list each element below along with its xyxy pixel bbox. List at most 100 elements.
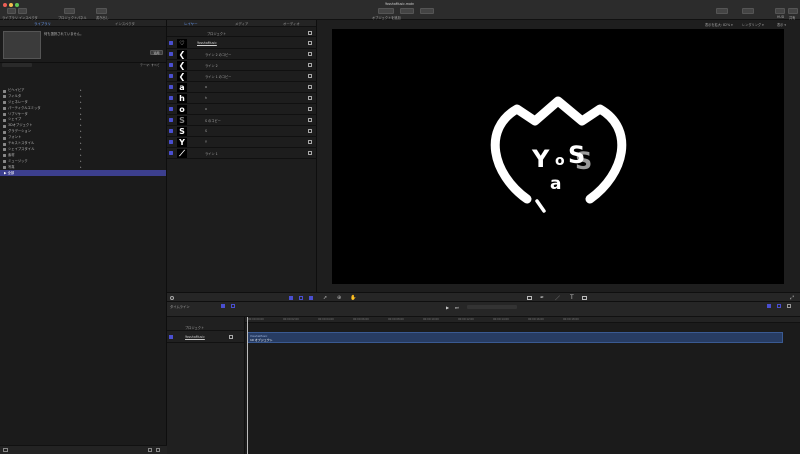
timeline-option-icon[interactable] [221, 304, 225, 308]
ruler-tick: 00:00:14:00 [493, 318, 509, 321]
playhead[interactable] [247, 317, 248, 454]
folder-icon[interactable] [3, 448, 8, 452]
timeline-row-project[interactable]: プロジェクト [167, 324, 245, 331]
visibility-checkbox[interactable] [308, 52, 312, 56]
tab-inspector[interactable]: インスペクタ [115, 21, 135, 26]
add-object-button[interactable] [378, 8, 394, 14]
mask-tool-icon[interactable] [582, 296, 587, 300]
timeline-ruler[interactable]: 00:00:00:00 00:00:02:00 00:00:04:00 00:0… [245, 317, 800, 323]
share-button[interactable] [788, 8, 798, 14]
layer-enable-checkbox[interactable] [169, 335, 173, 339]
layer-row[interactable]: ❮ ライン 2 [167, 60, 317, 71]
layer-enable-checkbox[interactable] [169, 151, 173, 155]
view-dropdown[interactable]: 表示 ▾ [777, 22, 786, 27]
layer-row[interactable]: S S [167, 126, 317, 137]
tab-media[interactable]: メディア [235, 21, 248, 26]
paint-tool-icon[interactable]: ／ [555, 295, 560, 302]
layer-enable-checkbox[interactable] [169, 96, 173, 100]
visibility-checkbox[interactable] [308, 41, 312, 45]
layer-thumbnail: o [177, 104, 187, 114]
text-tool-icon[interactable]: T [570, 294, 574, 301]
layer-enable-checkbox[interactable] [169, 140, 173, 144]
layer-row[interactable]: ❮ ライン 2 のコピー [167, 49, 317, 60]
project-panel-button[interactable] [64, 8, 75, 14]
tab-audio[interactable]: オーディオ [283, 21, 300, 26]
select-tool-icon[interactable]: ➚ [323, 295, 327, 301]
visibility-checkbox[interactable] [308, 74, 312, 78]
tool-button[interactable] [400, 8, 414, 14]
visibility-checkbox[interactable] [308, 151, 312, 155]
layer-enable-checkbox[interactable] [169, 107, 173, 111]
zoom-window-button[interactable] [15, 3, 19, 7]
visibility-checkbox[interactable] [308, 129, 312, 133]
library-button[interactable] [7, 8, 16, 14]
timeline-row-group[interactable]: YosshaMusic [167, 332, 245, 343]
layer-row[interactable]: h h [167, 93, 317, 104]
export-button[interactable] [96, 8, 107, 14]
layer-thumbnail: ❮ [177, 60, 187, 70]
layer-enable-checkbox[interactable] [169, 52, 173, 56]
layer-row[interactable]: a a [167, 82, 317, 93]
tab-library[interactable]: ライブラリ [34, 21, 51, 26]
layer-row[interactable]: S S のコピー [167, 115, 317, 126]
grid-view-icon[interactable] [148, 448, 152, 452]
search-icon[interactable] [170, 296, 174, 300]
canvas[interactable]: Y o S S a [332, 29, 784, 284]
library-panel: ライブラリ インスペクタ 何も選択されていません。 適用 テーマ: すべて ビヘ… [0, 20, 167, 454]
minimize-window-button[interactable] [9, 3, 13, 7]
render-dropdown[interactable]: レンダリング ▾ [742, 22, 764, 27]
close-window-button[interactable] [3, 3, 7, 7]
fullscreen-icon[interactable]: ⤢ [790, 295, 794, 301]
layer-row[interactable]: ⟋ ライン 1 [167, 148, 317, 159]
go-to-end-button[interactable]: ⏭ [455, 305, 459, 310]
clip-sub-label: 10 オブジェクト [250, 338, 273, 342]
visibility-checkbox[interactable] [308, 31, 312, 35]
tab-timeline[interactable]: タイムライン [170, 304, 190, 309]
audio-scrub-icon[interactable] [777, 304, 781, 308]
layer-row[interactable]: Y Y [167, 137, 317, 148]
layer-view-icon[interactable] [289, 296, 293, 300]
zoom-to-fit-icon[interactable] [787, 304, 791, 308]
visibility-checkbox[interactable] [308, 96, 312, 100]
timeline-view-icon[interactable] [299, 296, 303, 300]
zoom-dropdown[interactable]: 表示を拡大: 82% ▾ [705, 22, 733, 27]
visibility-checkbox[interactable] [308, 85, 312, 89]
keyframe-option-icon[interactable] [231, 304, 235, 308]
ruler-tick: 00:00:18:00 [563, 318, 579, 321]
layer-row[interactable]: o o [167, 104, 317, 115]
hand-tool-icon[interactable]: ✋ [350, 295, 356, 301]
apply-button[interactable]: 適用 [150, 50, 163, 55]
layer-enable-checkbox[interactable] [169, 129, 173, 133]
snap-icon[interactable] [767, 304, 771, 308]
timeline-clip[interactable]: YosshaMusic 10 オブジェクト [247, 332, 783, 343]
search-input[interactable] [2, 63, 32, 67]
timecode-display[interactable] [467, 305, 517, 309]
audio-view-icon[interactable] [309, 296, 313, 300]
transform-tool-icon[interactable]: ⊕ [337, 295, 341, 301]
theme-filter[interactable]: テーマ: すべて [140, 63, 160, 67]
visibility-checkbox[interactable] [308, 107, 312, 111]
layer-enable-checkbox[interactable] [169, 85, 173, 89]
layer-enable-checkbox[interactable] [169, 63, 173, 67]
keyboard-button[interactable] [742, 8, 754, 14]
visibility-checkbox[interactable] [229, 335, 233, 339]
layer-row-group[interactable]: ♡ YosshaMusic [167, 38, 317, 49]
pen-tool-icon[interactable]: ✒ [540, 295, 544, 301]
mask-button[interactable] [420, 8, 434, 14]
layer-enable-checkbox[interactable] [169, 118, 173, 122]
visibility-checkbox[interactable] [308, 63, 312, 67]
hud-button[interactable] [775, 8, 785, 14]
inspector-button[interactable] [18, 8, 27, 14]
visibility-checkbox[interactable] [308, 118, 312, 122]
layer-row[interactable]: ❮ ライン 1 のコピー [167, 71, 317, 82]
layer-enable-checkbox[interactable] [169, 74, 173, 78]
layer-row-project[interactable]: プロジェクト [167, 29, 317, 37]
rectangle-tool-icon[interactable] [527, 296, 532, 300]
layer-enable-checkbox[interactable] [169, 41, 173, 45]
play-button[interactable]: ▶ [446, 305, 449, 310]
visibility-checkbox[interactable] [308, 140, 312, 144]
tab-layers[interactable]: レイヤー [184, 21, 197, 26]
selected-library-row[interactable]: ▶ 全部 [0, 170, 166, 176]
list-view-icon[interactable] [156, 448, 160, 452]
display-button[interactable] [716, 8, 728, 14]
